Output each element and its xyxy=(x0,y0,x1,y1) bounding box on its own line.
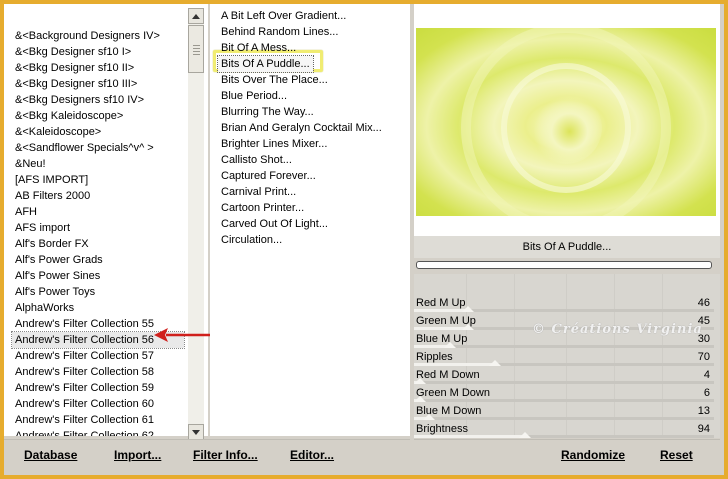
filter-item[interactable]: Bits Over The Place... xyxy=(218,72,331,88)
parameter-value: 94 xyxy=(697,423,710,435)
parameter-row[interactable]: Red M Down 4 xyxy=(414,366,720,384)
category-item[interactable]: Andrew's Filter Collection 57 xyxy=(12,348,184,364)
scroll-thumb[interactable] xyxy=(188,25,204,73)
watermark-text: © Créations Virginia xyxy=(532,322,703,337)
randomize-button[interactable]: Randomize xyxy=(561,446,625,464)
chevron-down-icon xyxy=(192,429,200,435)
category-item[interactable]: Alf's Power Toys xyxy=(12,284,184,300)
category-item[interactable]: AB Filters 2000 xyxy=(12,188,184,204)
category-item[interactable]: &<Bkg Kaleidoscope> xyxy=(12,108,184,124)
current-filter-label: Bits Of A Puddle... xyxy=(522,241,612,253)
red-arrow-icon xyxy=(154,328,214,342)
parameter-value: 70 xyxy=(697,351,710,363)
category-item[interactable]: &<Kaleidoscope> xyxy=(12,124,184,140)
filter-list-panel: A Bit Left Over Gradient... Behind Random… xyxy=(210,4,410,436)
category-item[interactable]: Andrew's Filter Collection 59 xyxy=(12,380,184,396)
category-item[interactable]: Andrew's Filter Collection 62 xyxy=(12,428,184,436)
scroll-down-button[interactable] xyxy=(188,424,204,440)
filter-item[interactable]: Captured Forever... xyxy=(218,168,319,184)
category-scrollbar[interactable] xyxy=(188,8,204,440)
filter-info-button[interactable]: Filter Info... xyxy=(193,446,258,464)
parameter-row[interactable]: Red M Up 46 xyxy=(414,294,720,312)
import-button[interactable]: Import... xyxy=(114,446,161,464)
parameter-name: Green M Down xyxy=(416,387,490,399)
filter-item[interactable]: Blurring The Way... xyxy=(218,104,317,120)
filter-item[interactable]: Blue Period... xyxy=(218,88,290,104)
parameter-name: Red M Down xyxy=(416,369,480,381)
filter-item[interactable]: Cartoon Printer... xyxy=(218,200,307,216)
parameter-row[interactable]: Ripples 70 xyxy=(414,348,720,366)
category-item[interactable]: AlphaWorks xyxy=(12,300,184,316)
chevron-up-icon xyxy=(192,13,200,19)
category-item[interactable]: &<Background Designers IV> xyxy=(12,28,184,44)
category-item[interactable]: &<Bkg Designer sf10 II> xyxy=(12,60,184,76)
category-item[interactable]: Alf's Power Sines xyxy=(12,268,184,284)
parameter-value: 4 xyxy=(703,369,710,381)
category-item[interactable]: AFS import xyxy=(12,220,184,236)
parameter-row[interactable]: Green M Down 6 xyxy=(414,384,720,402)
filter-item[interactable]: Circulation... xyxy=(218,232,285,248)
parameter-value: 46 xyxy=(697,297,710,309)
database-button[interactable]: Database xyxy=(24,446,77,464)
category-item[interactable]: Alf's Power Grads xyxy=(12,252,184,268)
filter-item[interactable]: Brian And Geralyn Cocktail Mix... xyxy=(218,120,385,136)
filter-item[interactable]: Bits Of A Puddle... xyxy=(217,55,314,73)
category-item[interactable]: &Neu! xyxy=(12,156,184,172)
editor-button[interactable]: Editor... xyxy=(290,446,334,464)
filter-item[interactable]: Bit Of A Mess... xyxy=(218,40,299,56)
category-list[interactable]: &<Background Designers IV> &<Bkg Designer… xyxy=(4,4,188,436)
scroll-up-button[interactable] xyxy=(188,8,204,24)
category-item[interactable]: &<Sandflower Specials^v^ > xyxy=(12,140,184,156)
parameter-name: Ripples xyxy=(416,351,453,363)
progress-bar xyxy=(416,261,712,269)
preview-image xyxy=(416,28,716,216)
category-item[interactable]: AFH xyxy=(12,204,184,220)
parameter-value: 6 xyxy=(703,387,710,399)
category-item[interactable]: Andrew's Filter Collection 58 xyxy=(12,364,184,380)
category-item[interactable]: Alf's Border FX xyxy=(12,236,184,252)
parameter-value: 13 xyxy=(697,405,710,417)
category-item[interactable]: &<Bkg Designer sf10 III> xyxy=(12,76,184,92)
parameter-name: Blue M Down xyxy=(416,405,482,417)
reset-button[interactable]: Reset xyxy=(660,446,693,464)
filter-item[interactable]: Carved Out Of Light... xyxy=(218,216,331,232)
filter-item[interactable]: Carnival Print... xyxy=(218,184,299,200)
category-list-panel: &<Background Designers IV> &<Bkg Designer… xyxy=(4,4,209,440)
category-item[interactable]: Andrew's Filter Collection 61 xyxy=(12,412,184,428)
category-item[interactable]: &<Bkg Designer sf10 I> xyxy=(12,44,184,60)
parameter-name: Red M Up xyxy=(416,297,466,309)
parameter-sliders: Red M Up 46 Green M Up 45 Blue M Up 30 Ripples… xyxy=(414,274,720,438)
category-item[interactable]: Andrew's Filter Collection 60 xyxy=(12,396,184,412)
current-filter-name: Bits Of A Puddle... xyxy=(414,236,720,258)
parameter-name: Brightness xyxy=(416,423,468,435)
filter-item[interactable]: Behind Random Lines... xyxy=(218,24,341,40)
filter-item[interactable]: Brighter Lines Mixer... xyxy=(218,136,330,152)
preview-panel xyxy=(414,4,720,236)
filter-item[interactable]: Callisto Shot... xyxy=(218,152,295,168)
category-item[interactable]: [AFS IMPORT] xyxy=(12,172,184,188)
parameter-row[interactable]: Blue M Down 13 xyxy=(414,402,720,420)
parameter-row[interactable]: Brightness 94 xyxy=(414,420,720,438)
filter-item[interactable]: A Bit Left Over Gradient... xyxy=(218,8,349,24)
category-item[interactable]: &<Bkg Designers sf10 IV> xyxy=(12,92,184,108)
